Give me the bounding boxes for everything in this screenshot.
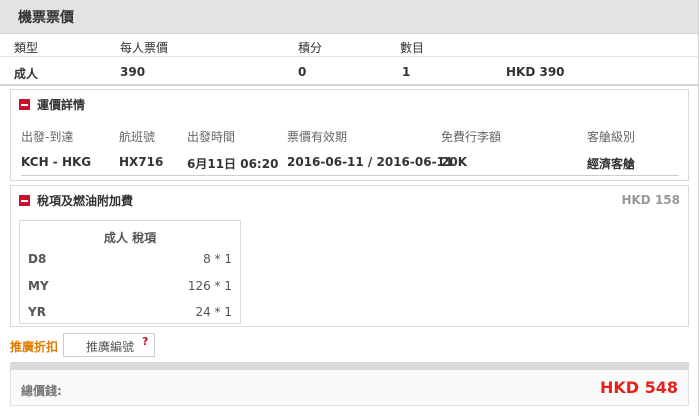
tax-code: D8 <box>28 252 47 266</box>
taxes-title[interactable]: 稅項及燃油附加費 <box>19 192 133 208</box>
table-row: MY 126 * 1 <box>20 274 240 300</box>
divider <box>10 362 689 370</box>
cabin-class: 經濟客艙 <box>587 157 636 171</box>
fare-basis-header: 出發-到達 航班號 出發時間 票價有效期 免費行李額 客艙級別 <box>11 124 688 146</box>
taxes-box: 稅項及燃油附加費 HKD 158 成人 稅項 D8 8 * 1 MY 126 *… <box>10 185 689 327</box>
fare-table-header: 類型 每人票價 積分 數目 <box>0 35 699 57</box>
fare-basis-title[interactable]: 運價詳情 <box>19 96 85 112</box>
taxes-total: HKD 158 <box>621 193 680 207</box>
tax-amount: 8 * 1 <box>203 252 232 266</box>
tax-table-title: 成人 稅項 <box>103 231 157 245</box>
column-header-price: 每人票價 <box>120 41 169 55</box>
baggage-allowance: 20K <box>441 155 467 169</box>
page-title: 機票票價 <box>18 10 74 26</box>
tax-amount: 24 * 1 <box>195 305 232 319</box>
collapse-icon[interactable] <box>19 99 30 110</box>
column-header-validity: 票價有效期 <box>287 130 348 144</box>
fare-panel-header: 機票票價 <box>0 0 699 34</box>
table-row: D8 8 * 1 <box>20 247 240 273</box>
table-row: KCH - HKG HX716 6月11日 06:20 2016-06-11 /… <box>21 150 679 176</box>
total-label: 總價錢: <box>21 384 62 398</box>
total-price: HKD 548 <box>599 378 678 397</box>
column-header-points: 積分 <box>298 41 323 55</box>
route-value: KCH - HKG <box>21 155 92 169</box>
passenger-count: 1 <box>402 65 411 79</box>
tax-amount: 126 * 1 <box>187 279 232 293</box>
passenger-type: 成人 <box>14 67 39 81</box>
column-header-departure: 出發時間 <box>187 130 236 144</box>
row-total: HKD 390 <box>506 65 565 79</box>
tax-code: MY <box>28 279 49 293</box>
fare-basis-box: 運價詳情 出發-到達 航班號 出發時間 票價有效期 免費行李額 客艙級別 KCH… <box>10 89 689 181</box>
column-header-baggage: 免費行李額 <box>441 130 502 144</box>
flight-number: HX716 <box>119 155 164 169</box>
departure-time: 6月11日 06:20 <box>187 157 279 171</box>
tax-table: 成人 稅項 D8 8 * 1 MY 126 * 1 YR 24 * 1 <box>19 220 241 324</box>
table-row: YR 24 * 1 <box>20 300 240 326</box>
total-box: 總價錢: HKD 548 <box>10 370 689 406</box>
table-row: 成人 390 0 1 HKD 390 <box>0 58 699 86</box>
fare-validity: 2016-06-11 / 2016-06-11 <box>287 155 454 169</box>
tax-code: YR <box>28 305 46 319</box>
help-icon[interactable]: ? <box>142 335 148 348</box>
promo-placeholder: 推廣編號 <box>86 340 135 354</box>
column-header-cabin: 客艙級別 <box>587 130 636 144</box>
column-header-route: 出發-到達 <box>21 130 74 144</box>
promo-label: 推廣折扣 <box>10 340 59 354</box>
column-header-type: 類型 <box>14 41 39 55</box>
price-per-person: 390 <box>120 65 146 79</box>
points-value: 0 <box>298 65 307 79</box>
column-header-flight: 航班號 <box>119 130 156 144</box>
collapse-icon[interactable] <box>19 195 30 206</box>
taxes-title-text: 稅項及燃油附加費 <box>37 194 134 208</box>
column-header-count: 數目 <box>400 41 425 55</box>
fare-basis-title-text: 運價詳情 <box>37 98 86 112</box>
